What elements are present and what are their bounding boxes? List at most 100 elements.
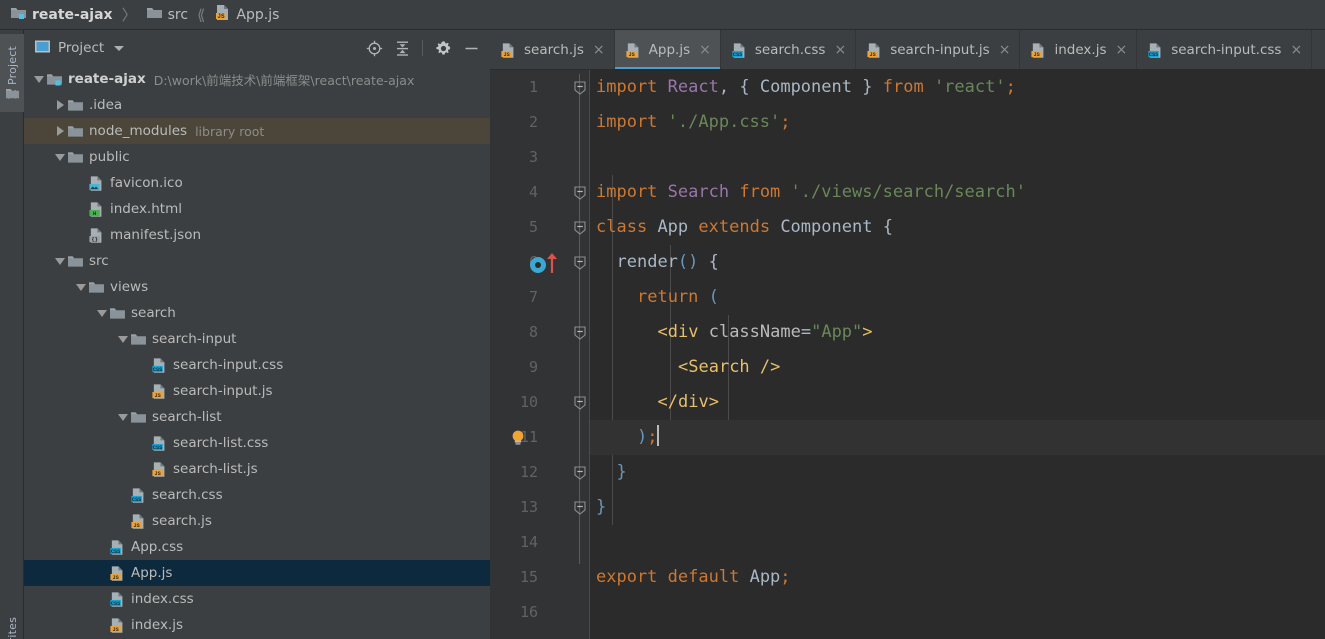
breadcrumb-item-src[interactable]: src [144,0,190,30]
chevron-right-icon[interactable] [53,118,67,144]
breadcrumb-item-project[interactable]: reate-ajax [8,0,115,30]
editor-tab-app-js[interactable]: JS App.js × [614,30,721,69]
gear-icon[interactable] [430,35,456,61]
tree-node-manifest-json[interactable]: {} manifest.json [24,222,490,248]
code-line[interactable]: import './App.css'; [590,105,1325,140]
chevron-down-icon[interactable] [116,326,130,352]
tree-node-search-list-js[interactable]: JS search-list.js [24,456,490,482]
chevron-down-icon[interactable] [74,274,88,300]
tree-node-reate-ajax[interactable]: reate-ajax D:\work\前端技术\前端框架\react\reate-… [24,66,490,92]
code-line[interactable]: render() { [590,245,1325,280]
tree-node-label: search-list.css [173,435,269,451]
locate-icon[interactable] [361,35,387,61]
tree-node-search[interactable]: search [24,300,490,326]
svg-text:JS: JS [112,626,118,632]
project-tree[interactable]: reate-ajax D:\work\前端技术\前端框架\react\reate-… [24,66,490,639]
close-icon[interactable]: × [593,43,605,57]
editor-tab-index-js[interactable]: JS index.js × [1020,30,1138,69]
code-editor[interactable]: 12345678910111213141516 import React, { … [490,70,1325,639]
code-line[interactable]: return ( [590,280,1325,315]
chevron-down-icon[interactable] [95,300,109,326]
tree-node--idea[interactable]: .idea [24,92,490,118]
fold-marker[interactable] [573,210,587,245]
tree-node-search-input-css[interactable]: CSS search-input.css [24,352,490,378]
tree-node-index-html[interactable]: Hindex.html [24,196,490,222]
fold-marker[interactable] [573,455,587,490]
intention-bulb-icon[interactable] [508,428,528,452]
tree-node-search-js[interactable]: JS search.js [24,508,490,534]
tree-node-node-modules[interactable]: node_modules library root [24,118,490,144]
close-icon[interactable]: × [1115,43,1127,57]
editor-tab-search-input-js[interactable]: JS search-input.js × [856,30,1021,69]
code-line[interactable]: ); [590,420,1325,455]
chevron-down-icon[interactable] [114,45,125,51]
chevron-right-glyph [56,126,64,136]
tool-window-button-favorites[interactable]: rites [0,590,24,639]
code-line[interactable]: import React, { Component } from 'react'… [590,70,1325,105]
fold-marker[interactable] [573,490,587,525]
editor-tab-search-css[interactable]: CSS search.css × [720,30,857,69]
tree-node-app-js[interactable]: JS App.js [24,560,490,586]
code-line[interactable]: export default App; [590,560,1325,595]
tree-node-index-js[interactable]: JS index.js [24,612,490,638]
line-number: 5 [528,218,538,236]
tree-node-public[interactable]: public [24,144,490,170]
fold-marker[interactable] [573,385,587,420]
tree-node-favicon-ico[interactable]: favicon.ico [24,170,490,196]
fold-marker[interactable] [573,245,587,280]
tree-node-search-input-js[interactable]: JS search-input.js [24,378,490,404]
html-file-icon: H [88,201,105,218]
chevron-right-icon[interactable] [53,92,67,118]
code-line[interactable]: import Search from './views/search/searc… [590,175,1325,210]
code-line-text: return ( [637,287,719,307]
tree-node-app-css[interactable]: CSS App.css [24,534,490,560]
close-icon[interactable]: × [1290,43,1302,57]
minimize-icon[interactable] [458,35,484,61]
chevron-down-icon[interactable] [116,404,130,430]
fold-marker[interactable] [573,315,587,350]
breadcrumb-item-file[interactable]: JS App.js [212,0,281,30]
project-window-icon [34,39,51,58]
code-line[interactable]: class App extends Component { [590,210,1325,245]
code-line[interactable]: } [590,455,1325,490]
editor-tab-label: search-input.css [1171,42,1282,58]
tree-node-src[interactable]: src [24,248,490,274]
tree-node-views[interactable]: views [24,274,490,300]
collapse-all-icon[interactable] [389,35,415,61]
chevron-down-icon[interactable] [53,144,67,170]
fold-marker[interactable] [573,175,587,210]
code-line[interactable]: } [590,490,1325,525]
editor-gutter[interactable]: 12345678910111213141516 [490,70,590,639]
tree-node-search-input[interactable]: search-input [24,326,490,352]
chevron-down-icon[interactable] [32,66,46,92]
code-line[interactable] [590,525,1325,560]
close-icon[interactable]: × [699,43,711,57]
chevron-down-icon[interactable] [53,248,67,274]
editor-tab-search-input-css[interactable]: CSS search-input.css × [1137,30,1313,69]
editor-tab-search-js[interactable]: JS search.js × [490,30,615,69]
code-line[interactable]: <div className="App"> [590,315,1325,350]
chevron-down-glyph [97,309,107,317]
tree-node-search-css[interactable]: CSS search.css [24,482,490,508]
close-icon[interactable]: × [834,43,846,57]
tree-node-search-list[interactable]: search-list [24,404,490,430]
tree-node-search-list-css[interactable]: CSS search-list.css [24,430,490,456]
js-file-icon: JS [109,565,126,582]
chevron-down-glyph [34,75,44,83]
fold-marker[interactable] [573,70,587,105]
code-line[interactable] [590,595,1325,630]
tree-node-index-css[interactable]: CSS index.css [24,586,490,612]
code-content[interactable]: import React, { Component } from 'react'… [590,70,1325,639]
code-line[interactable]: <Search /> [590,350,1325,385]
svg-text:JS: JS [628,51,634,57]
override-method-icon[interactable] [528,252,564,278]
code-line[interactable] [590,140,1325,175]
css-file-icon: CSS [109,591,126,608]
editor-tab-bar[interactable]: JS search.js × JS App.js × CSS search.css × JS sea… [490,30,1325,70]
code-line[interactable]: </div> [590,385,1325,420]
close-icon[interactable]: × [999,43,1011,57]
code-line-text: import './App.css'; [596,112,791,132]
